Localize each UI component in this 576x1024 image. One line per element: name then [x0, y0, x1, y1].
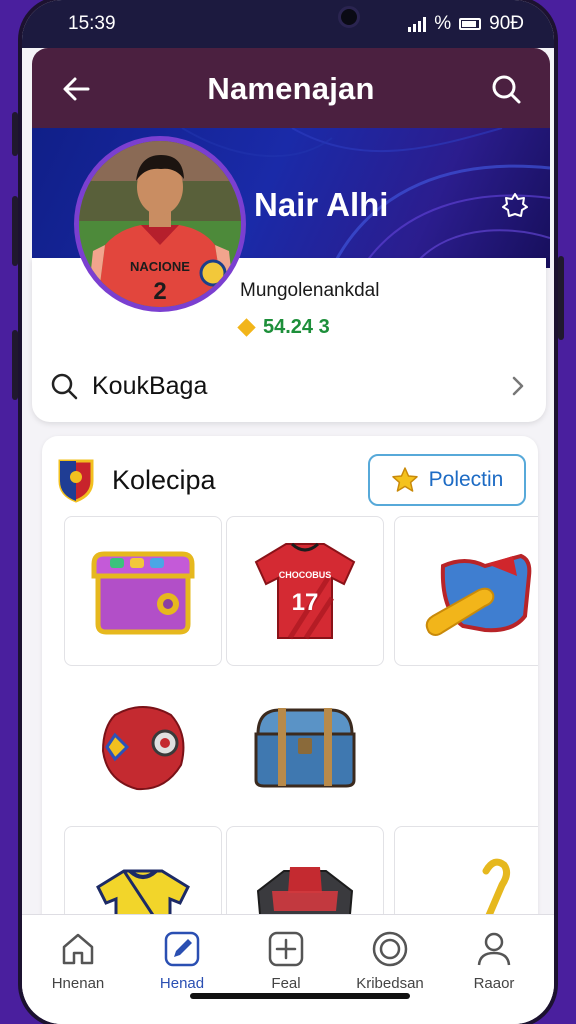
- search-label: KoukBaga: [92, 371, 208, 400]
- app-header: Namenajan: [32, 48, 550, 130]
- phone-screen: 15:39 % 90Ð Namenajan Nair Alhi Mungolen…: [22, 0, 554, 1024]
- red-ball-icon: [101, 706, 185, 791]
- sneaker-icon: [425, 553, 532, 636]
- collection-button[interactable]: Polectin: [368, 454, 526, 506]
- nav-label: Kribedsan: [356, 975, 424, 992]
- collection-item[interactable]: [64, 516, 222, 666]
- chevron-right-icon: [512, 376, 524, 396]
- page-title: Namenajan: [207, 71, 375, 106]
- nav-item-profile[interactable]: Raaor: [444, 929, 544, 992]
- nav-label: Feal: [271, 975, 301, 992]
- settings-button[interactable]: [500, 190, 530, 225]
- profile-icon: [477, 932, 511, 966]
- nav-label: Raaor: [473, 975, 515, 992]
- add-icon: [268, 931, 304, 967]
- nav-item-target[interactable]: Kribedsan: [340, 929, 440, 992]
- collection-item[interactable]: [64, 670, 222, 820]
- battery-level: 90Ð: [489, 13, 524, 34]
- red-jersey-icon: CHOCOBUS 17: [254, 542, 356, 640]
- jersey-text: CHOCOBUS: [279, 570, 332, 580]
- volume-button: [12, 196, 18, 266]
- collection-item[interactable]: [394, 516, 538, 666]
- power-button: [558, 256, 564, 340]
- search-button[interactable]: [488, 71, 524, 107]
- nav-item-home[interactable]: Hnenan: [28, 929, 128, 992]
- front-camera: [338, 6, 360, 28]
- collection-item-empty: [394, 670, 538, 820]
- collection-item[interactable]: [226, 670, 384, 820]
- nav-item-edit[interactable]: Henad: [132, 929, 232, 992]
- player-photo: NACIONE 2: [79, 141, 241, 307]
- status-icons: % 90Ð: [408, 13, 524, 35]
- home-icon: [62, 933, 94, 965]
- volume-button: [12, 330, 18, 400]
- coin-value: 54.24 3: [263, 316, 330, 338]
- edit-icon: [164, 931, 200, 967]
- status-bar: 15:39 % 90Ð: [22, 0, 554, 48]
- network-indicator: %: [434, 13, 452, 34]
- jersey-number: 2: [153, 278, 166, 305]
- target-icon: [372, 931, 408, 967]
- collection-title: Kolecipa: [112, 464, 216, 495]
- nav-item-add[interactable]: Feal: [236, 929, 336, 992]
- avatar[interactable]: NACIONE 2: [74, 136, 246, 312]
- coin-balance: 54.24 3: [237, 316, 330, 339]
- collection-button-label: Polectin: [428, 468, 504, 491]
- collection-header: Kolecipa Polectin: [56, 452, 526, 508]
- gear-outline-icon: [502, 193, 528, 217]
- status-time: 15:39: [68, 13, 116, 34]
- nav-label: Henad: [159, 975, 205, 992]
- volume-button: [12, 112, 18, 156]
- collection-item[interactable]: CHOCOBUS 17: [226, 516, 384, 666]
- nav-label: Hnenan: [51, 975, 105, 992]
- home-indicator[interactable]: [190, 993, 410, 999]
- search-row[interactable]: KoukBaga: [50, 366, 528, 406]
- star-icon: [391, 467, 418, 492]
- blue-chest-icon: [254, 708, 356, 788]
- battery-icon: [459, 18, 482, 30]
- profile-name: Nair Alhi: [254, 186, 389, 223]
- jersey-number: 17: [292, 589, 319, 616]
- search-icon: [492, 75, 521, 104]
- club-crest-icon: [58, 459, 94, 503]
- jersey-text: NACIONE: [130, 259, 190, 274]
- coin-icon: [237, 318, 256, 337]
- back-button[interactable]: [58, 71, 94, 107]
- bottom-nav: Hnenan Henad Feal Kribedsan Raaor: [22, 914, 554, 1024]
- arrow-left-icon: [63, 77, 90, 101]
- treasure-box-icon: [91, 551, 195, 635]
- collection-card: Kolecipa Polectin CHOCOBUS 17: [42, 436, 538, 956]
- search-icon: [51, 373, 78, 400]
- profile-subtitle: Mungolenankdal: [240, 280, 380, 301]
- signal-icon: [408, 16, 427, 32]
